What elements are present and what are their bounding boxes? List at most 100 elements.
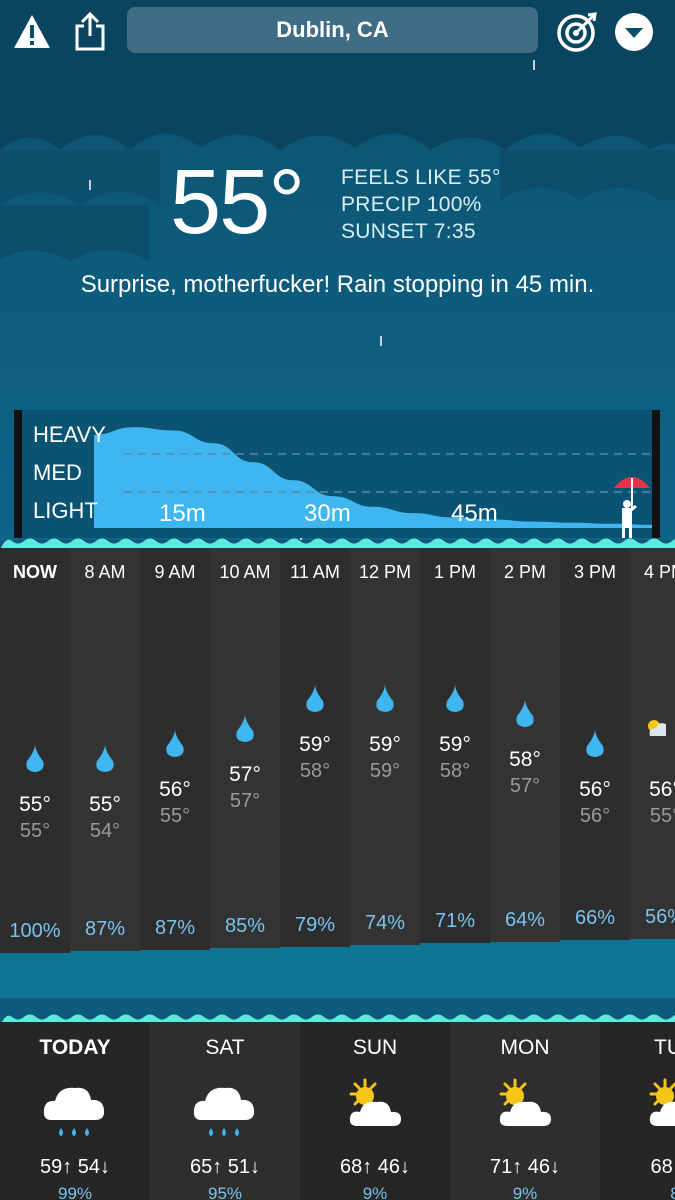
warning-icon[interactable] [10, 10, 54, 54]
hour-feels-like: 56° [579, 805, 611, 827]
day-name: MON [500, 1036, 550, 1059]
hour-label: 1 PM [433, 562, 476, 582]
level-label-med: MED [33, 460, 82, 485]
hour-label: 2 PM [503, 562, 546, 582]
current-temperature: 55° [170, 151, 305, 253]
location-search-field[interactable]: Dublin, CA [127, 7, 538, 53]
hour-column[interactable]: 3 PM 56° 56° 66% [560, 548, 630, 941]
day-name: SUN [352, 1036, 398, 1059]
hour-feels-like: 55° [649, 805, 675, 827]
raindrop-icon [236, 714, 254, 742]
day-temp-range: 68↑ 5 [650, 1156, 675, 1178]
share-icon[interactable] [68, 10, 112, 54]
hour-temperature: 59° [299, 733, 331, 756]
hour-precip-percent: 71% [434, 910, 476, 933]
rain-streak [89, 180, 91, 190]
radar-icon[interactable] [555, 10, 599, 54]
hour-column[interactable]: 4 PM 56° 55° 56% [630, 548, 675, 939]
hour-label: 12 PM [358, 562, 412, 582]
forecast-summary: Surprise, motherfucker! Rain stopping in… [80, 271, 595, 298]
hour-temperature: 58° [509, 748, 541, 771]
raindrop-icon [376, 684, 394, 712]
raindrop-icon [166, 729, 184, 757]
hour-precip-percent: 87% [84, 918, 126, 941]
day-name: TODAY [39, 1036, 111, 1059]
time-label-15m: 15m [159, 500, 206, 527]
partly-cloudy-icon [648, 720, 666, 736]
day-precip-percent: 95% [207, 1184, 243, 1200]
hour-column[interactable]: 1 PM 59° 58° 71% [420, 548, 490, 944]
hour-temperature: 56° [579, 778, 611, 801]
hour-temperature: 55° [89, 793, 121, 816]
day-column[interactable]: MON 71↑ 46↓ 9% [450, 1022, 600, 1200]
top-bar: Dublin, CA [0, 0, 675, 62]
hour-feels-like: 58° [439, 760, 471, 782]
feels-like: FEELS LIKE 55° [341, 166, 501, 189]
hour-temperature: 59° [369, 733, 401, 756]
hour-column[interactable]: 12 PM 59° 59° 74% [350, 548, 420, 945]
hour-feels-like: 58° [299, 760, 331, 782]
day-precip-percent: 9% [362, 1184, 388, 1200]
level-label-light: LIGHT [33, 498, 98, 523]
day-column[interactable]: TODAY 59↑ 54↓ 99% [0, 1022, 150, 1200]
raindrop-icon [446, 684, 464, 712]
precipitation-graph[interactable]: HEAVY MED LIGHT 15m 30m 45m [14, 410, 660, 538]
day-temp-range: 71↑ 46↓ [489, 1156, 561, 1178]
hour-precip-percent: 74% [364, 912, 406, 934]
day-temp-range: 68↑ 46↓ [339, 1156, 411, 1178]
daily-forecast[interactable]: TODAY 59↑ 54↓ 99% SAT 65↑ 51↓ 95% SUN 68↑ 46↓ 9%… [0, 1022, 675, 1200]
hourly-forecast[interactable]: NOW 55° 55° 100% 8 AM 55° 54° 87% 9 AM 56° 55° 87% 1… [0, 548, 675, 998]
hour-feels-like: 57° [229, 790, 261, 812]
hour-label: 3 PM [573, 562, 616, 582]
hour-precip-percent: 100% [9, 920, 61, 942]
hour-temperature: 56° [159, 778, 191, 801]
precip-chance: PRECIP 100% [341, 193, 482, 216]
rain-streak [380, 336, 382, 346]
raindrop-icon [96, 744, 114, 772]
hour-feels-like: 54° [89, 820, 121, 842]
hour-column[interactable]: 8 AM 55° 54° 87% [70, 548, 140, 952]
hour-temperature: 55° [19, 793, 51, 816]
hour-label: 4 PM [643, 562, 675, 582]
hour-column[interactable]: NOW 55° 55° 100% [0, 548, 70, 953]
hour-label: 10 AM [219, 562, 271, 582]
hour-column[interactable]: 2 PM 58° 57° 64% [490, 548, 560, 942]
partly-sunny-icon [649, 1078, 675, 1126]
umbrella-person-icon [614, 477, 650, 538]
hour-feels-like: 55° [19, 820, 51, 842]
hour-label: NOW [13, 562, 57, 582]
hour-feels-like: 57° [509, 775, 541, 797]
day-column[interactable]: SAT 65↑ 51↓ 95% [150, 1022, 300, 1200]
hour-feels-like: 59° [369, 760, 401, 782]
rain-cloud-icon [193, 1087, 255, 1136]
day-temp-range: 59↑ 54↓ [39, 1156, 111, 1178]
day-column[interactable]: SUN 68↑ 46↓ 9% [300, 1022, 450, 1200]
hour-precip-percent: 87% [154, 916, 196, 939]
day-name: SAT [205, 1036, 245, 1059]
time-label-45m: 45m [451, 500, 498, 527]
raindrop-icon [586, 729, 604, 757]
hour-feels-like: 55° [159, 805, 191, 827]
location-name: Dublin, CA [276, 17, 389, 42]
raindrop-icon [306, 684, 324, 712]
hour-precip-percent: 85% [224, 915, 266, 938]
hour-temperature: 56° [649, 778, 675, 801]
hour-precip-percent: 64% [504, 908, 546, 931]
hour-precip-percent: 66% [574, 907, 616, 930]
day-name: TUE [654, 1036, 675, 1059]
hour-label: 8 AM [84, 562, 126, 582]
hour-label: 11 AM [290, 562, 340, 582]
day-column[interactable]: TUE 68↑ 5 8 [600, 1022, 675, 1200]
chevron-down-icon[interactable] [612, 10, 656, 54]
raindrop-icon [26, 744, 44, 772]
hour-precip-percent: 56% [644, 905, 675, 928]
hour-column[interactable]: 10 AM 57° 57° 85% [210, 548, 280, 949]
day-precip-percent: 8 [600, 1184, 675, 1200]
rain-cloud-icon [43, 1087, 105, 1136]
hour-column[interactable]: 11 AM 59° 58° 79% [280, 548, 350, 947]
hour-label: 9 AM [154, 562, 196, 582]
hour-temperature: 59° [439, 733, 471, 756]
hour-column[interactable]: 9 AM 56° 55° 87% [140, 548, 210, 950]
time-label-30m: 30m [304, 500, 351, 527]
level-label-heavy: HEAVY [33, 422, 106, 447]
